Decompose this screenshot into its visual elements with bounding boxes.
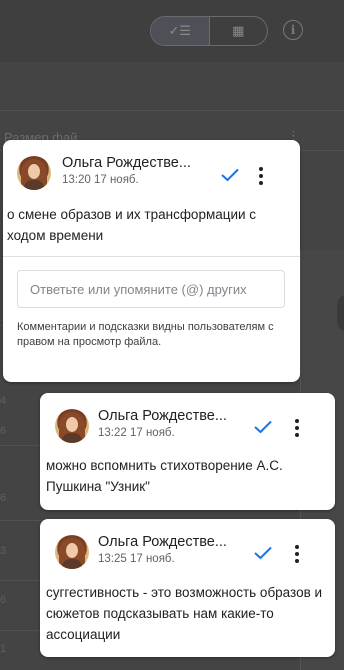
background-scroll-handle [337,295,344,331]
background-cell: 6 [0,492,7,504]
avatar [17,156,51,190]
divider [3,256,300,257]
comment-header: Ольга Рождестве... 13:20 17 нояб. [3,140,300,190]
background-toolbar: ✓☰ ▦ i [0,0,344,62]
comment-time: 13:25 17 нояб. [98,553,175,565]
comment-author: Ольга Рождестве... [98,408,227,424]
background-cell: 6 [0,594,7,606]
comment-time: 13:22 17 нояб. [98,427,175,439]
more-options-icon[interactable] [295,545,299,563]
resolve-check-icon[interactable] [254,420,272,434]
resolve-check-icon[interactable] [254,546,272,560]
comment-text: суггестивность - это возможность образов… [46,585,323,642]
comment-author: Ольга Рождестве... [98,534,227,550]
background-cell: 1 [0,643,7,655]
grid-view-icon[interactable]: ▦ [210,17,268,45]
comment-text: о смене образов и их трансформации с ход… [7,207,257,243]
avatar [55,409,89,443]
comment-card[interactable]: Ольга Рождестве... 13:22 17 нояб. можно … [40,393,335,510]
reply-input[interactable]: Ответьте или упомяните (@) других [17,270,285,308]
resolve-check-icon[interactable] [221,168,239,182]
view-toggle[interactable]: ✓☰ ▦ [150,16,268,46]
comment-time: 13:20 17 нояб. [62,174,139,186]
more-options-icon[interactable] [295,419,299,437]
info-icon[interactable]: i [283,20,303,40]
comment-card-active[interactable]: Ольга Рождестве... 13:20 17 нояб. о смен… [3,140,300,382]
comment-card[interactable]: Ольга Рождестве... 13:25 17 нояб. суггес… [40,519,335,657]
background-cell: 3 [0,545,7,557]
comment-author: Ольга Рождестве... [62,155,191,171]
more-options-icon[interactable] [259,167,263,185]
comment-text: можно вспомнить стихотворение А.С. Пушки… [46,458,283,494]
list-view-icon[interactable]: ✓☰ [151,17,210,45]
background-cell: 4 [0,395,7,407]
visibility-note: Комментарии и подсказки видны пользовате… [17,321,274,348]
avatar [55,535,89,569]
background-cell: 6 [0,425,7,437]
divider [0,110,344,111]
